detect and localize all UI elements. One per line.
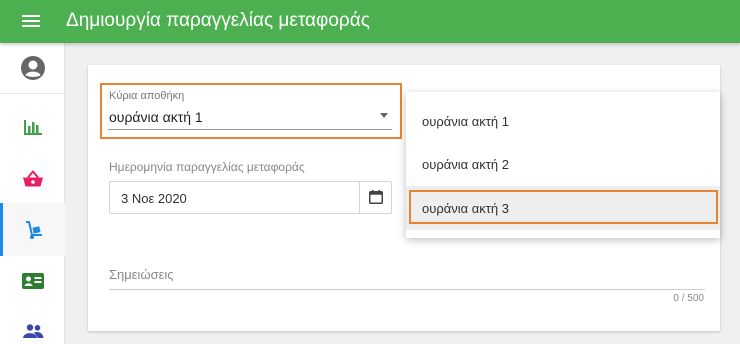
notes-underline [109,289,705,290]
sidebar-item-reports[interactable] [0,101,65,152]
dropdown-option[interactable]: ουράνια ακτή 2 [406,142,720,186]
warehouse-dropdown-menu: ουράνια ακτή 1 ουράνια ακτή 2 ουράνια ακ… [406,92,720,238]
hand-truck-icon [26,220,42,239]
dropdown-option-label: ουράνια ακτή 2 [422,157,509,172]
account-circle-icon [20,56,45,80]
character-counter: 0 / 500 [673,293,704,304]
date-field[interactable]: 3 Νοε 2020 [109,181,392,214]
sidebar-item-contacts[interactable] [0,255,65,306]
dropdown-option[interactable]: ουράνια ακτή 3 [406,186,720,230]
app-bar: Δημιουργία παραγγελίας μεταφοράς [0,0,740,43]
calendar-button[interactable] [359,182,391,213]
people-icon [22,323,43,338]
notes-field[interactable]: Σημειώσεις [109,264,705,290]
sidebar-item-users[interactable] [0,305,65,344]
warehouse-label: Κύρια αποθήκη [109,90,185,102]
sidebar [0,43,65,344]
calendar-icon [369,190,383,204]
bar-chart-icon [23,119,42,135]
id-card-icon [21,272,44,289]
sidebar-item-account[interactable] [0,43,65,94]
dropdown-arrow-icon [380,113,388,118]
sidebar-item-transfers[interactable] [0,203,65,256]
date-value: 3 Νοε 2020 [121,191,187,206]
basket-icon [22,170,43,186]
warehouse-value: ουράνια ακτή 1 [109,109,203,125]
dropdown-option-label: ουράνια ακτή 3 [422,201,509,216]
dropdown-option-label: ουράνια ακτή 1 [422,114,509,129]
notes-placeholder: Σημειώσεις [109,267,174,282]
dropdown-option[interactable]: ουράνια ακτή 1 [406,99,720,143]
menu-icon[interactable] [22,14,40,28]
warehouse-select[interactable]: Κύρια αποθήκη ουράνια ακτή 1 [108,88,392,134]
page-title: Δημιουργία παραγγελίας μεταφοράς [66,10,370,31]
date-label: Ημερομηνία παραγγελίας μεταφοράς [109,160,305,174]
sidebar-item-orders[interactable] [0,153,65,204]
select-underline [108,129,392,130]
